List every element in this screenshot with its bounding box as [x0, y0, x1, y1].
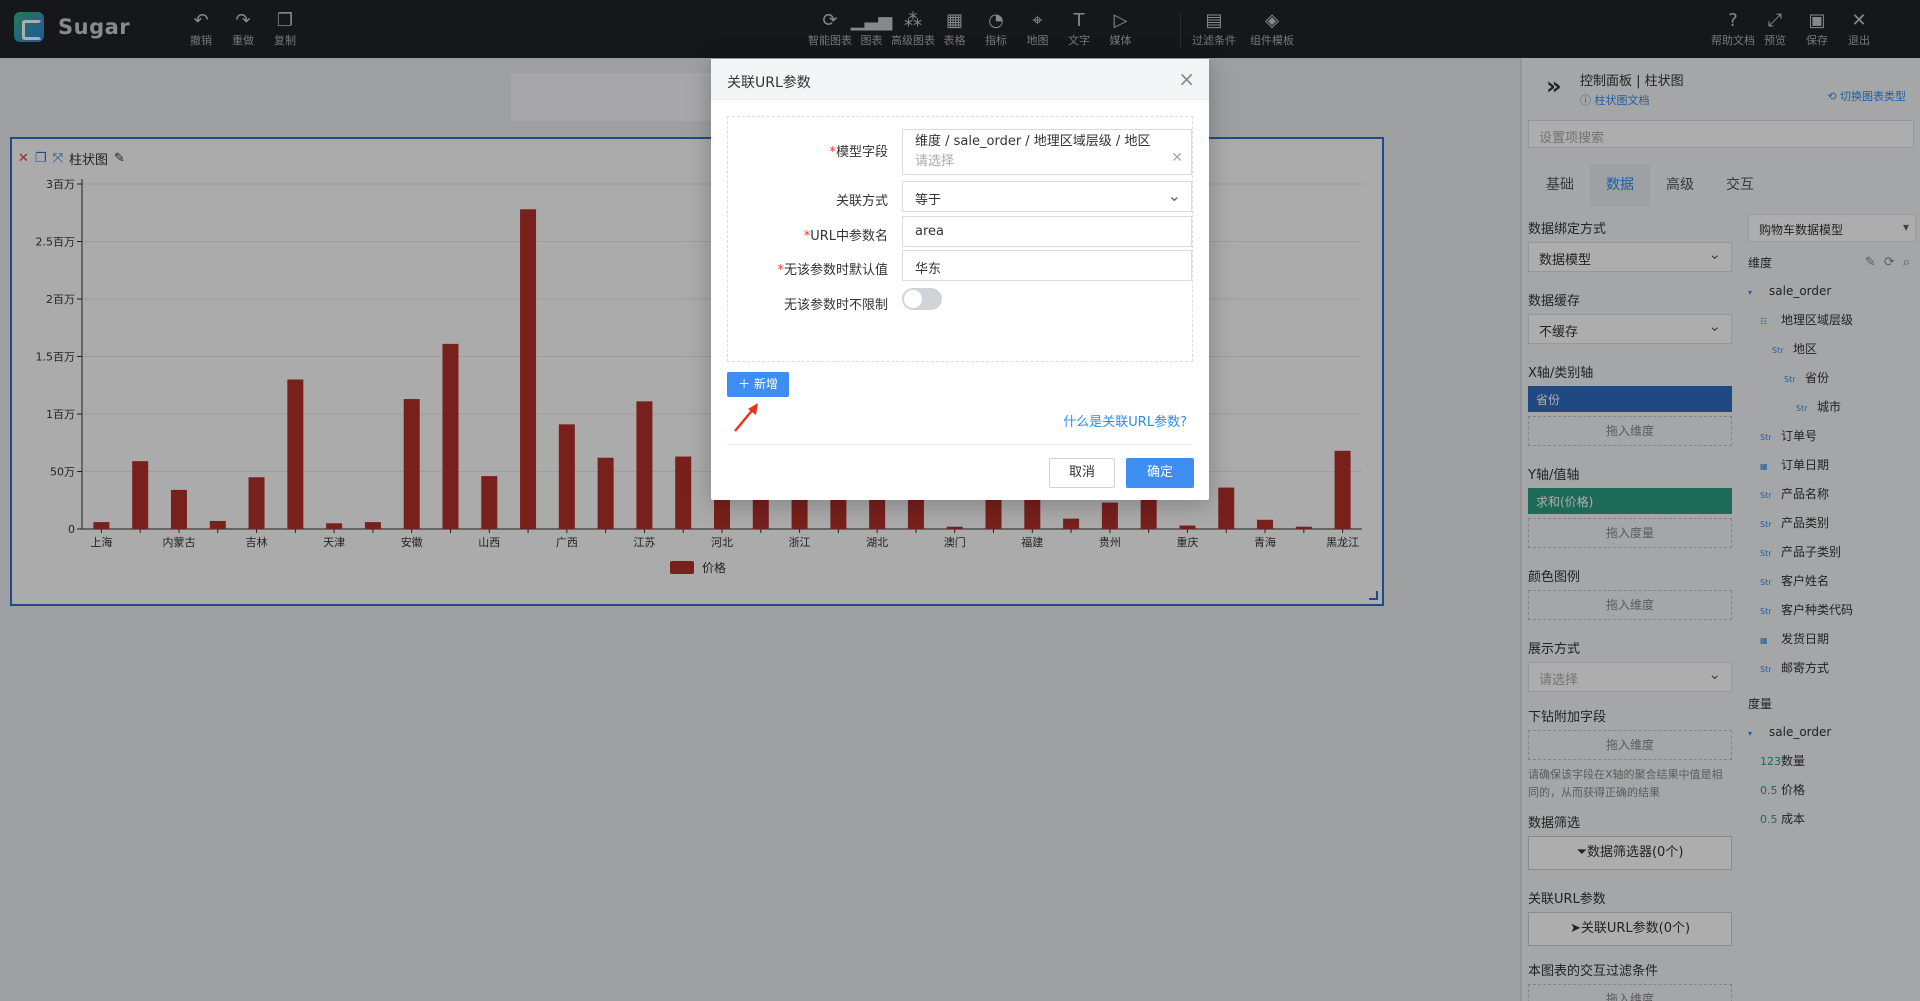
no-limit-toggle[interactable] [902, 288, 942, 310]
default-value-label-text: 无该参数时默认值 [783, 263, 888, 278]
no-limit-label: 无该参数时不限制 [783, 298, 888, 313]
model-field-label: *模型字段 [829, 145, 888, 160]
relation-label: 关联方式 [835, 194, 888, 209]
footer-divider [727, 444, 1193, 445]
url-param-dialog: 关联URL参数 × *模型字段 维度 / sale_order / 地理区域层级… [711, 59, 1209, 500]
dialog-header: 关联URL参数 × [711, 59, 1209, 100]
cancel-button[interactable]: 取消 [1049, 458, 1115, 488]
arrow-annotation-icon [734, 403, 758, 432]
param-name-label-text: URL中参数名 [810, 229, 888, 244]
model-field-placeholder: 请选择 [915, 154, 955, 169]
relation-select[interactable]: 等于 [902, 181, 1192, 212]
clear-icon[interactable]: ✕ [1171, 150, 1183, 166]
help-link[interactable]: 什么是关联URL参数? [1063, 411, 1187, 430]
model-field-label-text: 模型字段 [835, 145, 888, 160]
add-param-label: 新增 [753, 377, 778, 391]
add-param-button[interactable]: ＋ 新增 [727, 372, 789, 397]
default-value-input[interactable]: 华东 [902, 250, 1192, 281]
model-field-path: 维度 / sale_order / 地理区域层级 / 地区 [915, 134, 1151, 149]
param-name-label: *URL中参数名 [803, 229, 888, 244]
param-name-input[interactable]: area [902, 216, 1192, 247]
param-form: *模型字段 维度 / sale_order / 地理区域层级 / 地区 请选择 … [727, 116, 1193, 362]
close-icon[interactable]: × [1178, 67, 1195, 91]
confirm-button[interactable]: 确定 [1126, 458, 1194, 488]
default-value-label: *无该参数时默认值 [777, 263, 888, 278]
dialog-title: 关联URL参数 [727, 75, 811, 91]
model-field-cascader[interactable]: 维度 / sale_order / 地理区域层级 / 地区 请选择 ✕ [902, 129, 1192, 175]
